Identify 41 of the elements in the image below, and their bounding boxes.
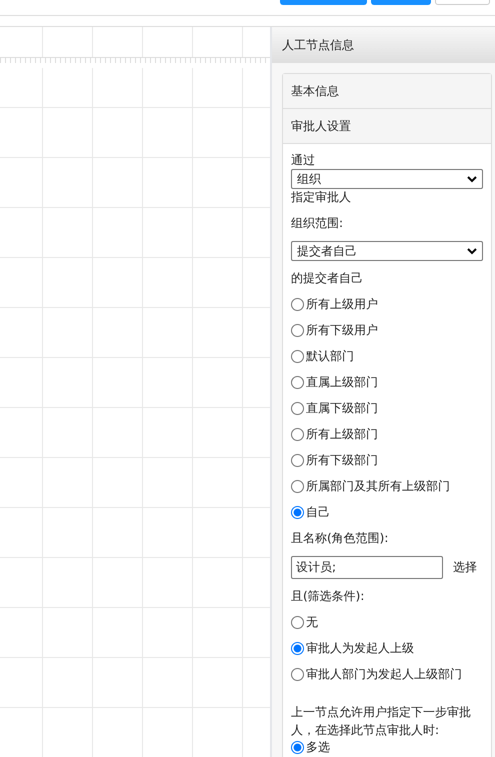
option-label: 审批人部门为发起人上级部门	[306, 666, 462, 683]
option-label: 所有上级部门	[306, 426, 378, 443]
option-label: 审批人为发起人上级	[306, 640, 414, 657]
radio-button[interactable]	[291, 428, 304, 441]
radio-button[interactable]	[291, 298, 304, 311]
field-label: 指定审批人	[291, 189, 352, 206]
option-label: 自己	[306, 504, 330, 521]
instruction-text: 上一节点允许用户指定下一步审批人，在选择此节点审批人时:	[291, 704, 472, 739]
option-label: 多选	[306, 739, 330, 756]
radio-button[interactable]	[291, 324, 304, 337]
radio-button[interactable]	[291, 616, 304, 629]
radio-button[interactable]	[291, 454, 304, 467]
radio-button[interactable]	[291, 376, 304, 389]
option-label: 所属部门及其所有上级部门	[306, 478, 450, 495]
select-field[interactable]: 提交者自己	[291, 241, 483, 261]
option-label: 直属上级部门	[306, 374, 378, 391]
option-label: 所有下级部门	[306, 452, 378, 469]
option-label: 所有下级用户	[306, 322, 378, 339]
radio-button[interactable]	[291, 480, 304, 493]
field-label: 且名称(角色范围):	[291, 530, 390, 547]
radio-button[interactable]	[291, 506, 304, 519]
option-label: 默认部门	[306, 348, 354, 365]
select-link[interactable]: 选择	[453, 559, 477, 576]
radio-button[interactable]	[291, 402, 304, 415]
field-label: 且(筛选条件):	[291, 588, 366, 605]
chevron-icon	[467, 176, 477, 182]
field-label: 的提交者自己	[291, 270, 364, 287]
radio-button[interactable]	[291, 741, 304, 754]
radio-button[interactable]	[291, 350, 304, 363]
option-label: 直属下级部门	[306, 400, 378, 417]
radio-button[interactable]	[291, 642, 304, 655]
field-label: 组织范围:	[291, 215, 344, 232]
option-label: 所有上级用户	[306, 296, 378, 313]
role-input[interactable]: 设计员;	[291, 556, 443, 579]
option-label: 无	[306, 614, 318, 631]
section-header[interactable]: 基本信息	[283, 74, 491, 109]
section-header[interactable]: 审批人设置	[283, 109, 491, 144]
select-field[interactable]: 组织	[291, 169, 483, 189]
field-label: 通过	[291, 152, 316, 169]
radio-button[interactable]	[291, 668, 304, 681]
chevron-icon	[467, 248, 477, 254]
